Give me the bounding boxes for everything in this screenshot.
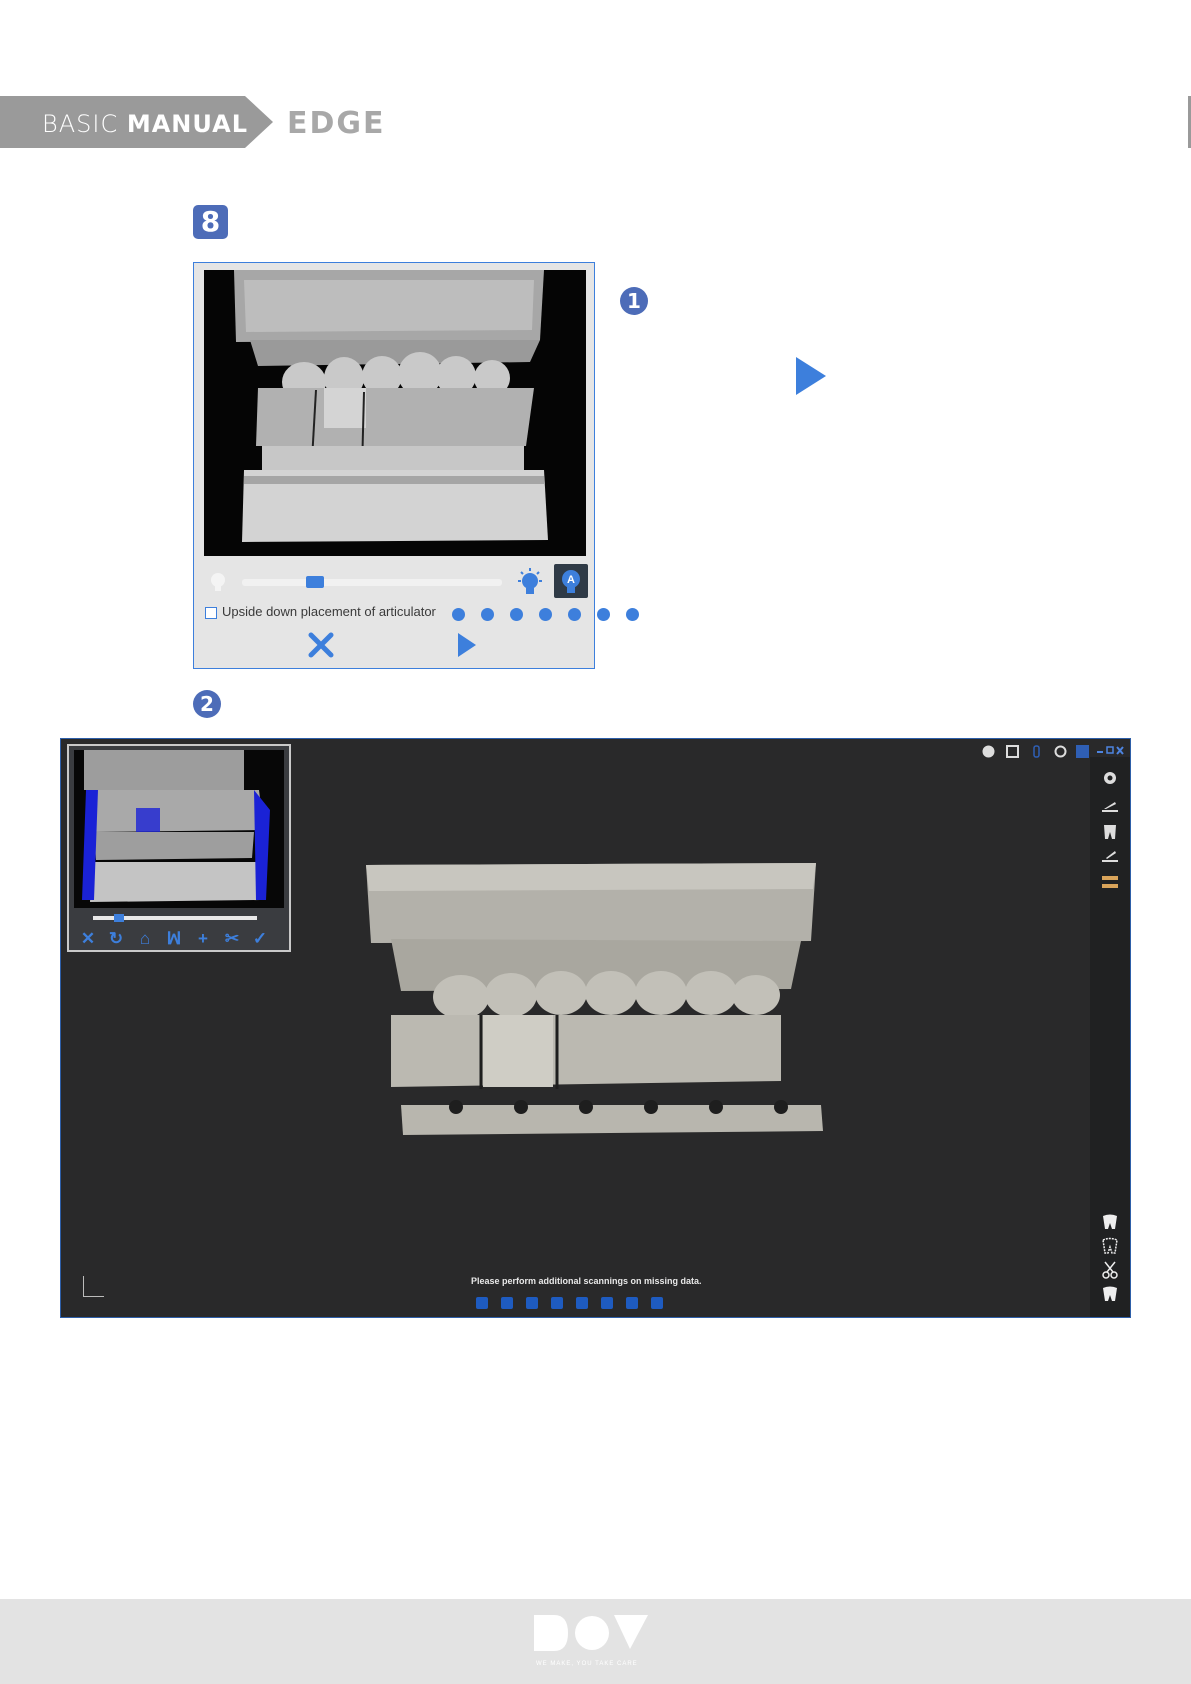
view-button[interactable] bbox=[476, 1297, 488, 1309]
leader-dot bbox=[568, 608, 581, 621]
preview-brightness-thumb[interactable] bbox=[114, 914, 124, 922]
play-arrow-icon bbox=[796, 357, 826, 395]
footer-tagline: WE MAKE, YOU TAKE CARE bbox=[536, 1661, 638, 1667]
manual-word2: MANUAL bbox=[126, 110, 249, 138]
settings-circle-icon[interactable] bbox=[982, 745, 995, 758]
lightbulb-on-icon[interactable] bbox=[516, 568, 544, 598]
refresh-icon[interactable]: ↻ bbox=[107, 930, 125, 948]
close-icon[interactable]: ✕ bbox=[79, 930, 97, 948]
product-name: EDGE bbox=[287, 106, 386, 141]
scan-preview-image bbox=[74, 750, 284, 908]
teeth-icon[interactable]: ꟽ bbox=[165, 930, 183, 948]
view-button[interactable] bbox=[601, 1297, 613, 1309]
brightness-slider-thumb[interactable] bbox=[305, 576, 324, 588]
view-buttons-bar bbox=[476, 1297, 676, 1311]
articulator-icon[interactable] bbox=[1101, 873, 1119, 891]
start-scan-play-icon[interactable] bbox=[456, 631, 478, 659]
home-icon[interactable]: ⌂ bbox=[136, 930, 154, 948]
manual-word1: BASIC bbox=[42, 110, 119, 138]
gear-icon[interactable] bbox=[1101, 769, 1119, 787]
leader-dot bbox=[510, 608, 523, 621]
scan-lower-icon[interactable] bbox=[1101, 797, 1119, 815]
dof-logo bbox=[534, 1615, 648, 1651]
view-button[interactable] bbox=[526, 1297, 538, 1309]
plus-icon[interactable]: + bbox=[194, 930, 212, 948]
leader-dot bbox=[626, 608, 639, 621]
3d-model-view[interactable] bbox=[361, 859, 841, 1159]
view-button[interactable] bbox=[576, 1297, 588, 1309]
lightbulb-off-icon bbox=[211, 573, 225, 591]
upside-down-checkbox[interactable] bbox=[205, 607, 217, 619]
auto-light-label: A bbox=[567, 574, 575, 586]
info-icon[interactable] bbox=[1030, 745, 1043, 758]
auto-lightbulb-icon: A bbox=[562, 570, 580, 593]
brightness-control: A bbox=[194, 561, 594, 601]
tooth-icon[interactable] bbox=[1101, 823, 1119, 841]
view-button[interactable] bbox=[551, 1297, 563, 1309]
scissors-icon[interactable]: ✂ bbox=[223, 930, 241, 948]
view-button[interactable] bbox=[501, 1297, 513, 1309]
right-tool-rail bbox=[1090, 757, 1130, 1317]
scan-upper-icon[interactable] bbox=[1101, 847, 1119, 865]
view-button[interactable] bbox=[651, 1297, 663, 1309]
upside-down-checkbox-label: Upside down placement of articulator bbox=[222, 604, 436, 619]
callout-number-1: 1 bbox=[620, 287, 648, 315]
leader-dot bbox=[539, 608, 552, 621]
auto-light-button[interactable]: A bbox=[554, 564, 588, 598]
scan-software-window: ✕ ↻ ⌂ ꟽ + ✂ ✓ Please perform additional … bbox=[60, 738, 1131, 1318]
refresh-icon[interactable] bbox=[1054, 745, 1067, 758]
save-icon[interactable] bbox=[1006, 745, 1019, 758]
callout-number-2: 2 bbox=[193, 690, 221, 718]
leader-dot bbox=[597, 608, 610, 621]
articulator-camera-preview bbox=[204, 270, 586, 556]
scan-preview-panel: ✕ ↻ ⌂ ꟽ + ✂ ✓ bbox=[67, 744, 291, 952]
cancel-icon[interactable] bbox=[307, 631, 335, 659]
axis-indicator bbox=[83, 1276, 104, 1297]
step-number-badge: 8 bbox=[193, 205, 228, 239]
view-button[interactable] bbox=[626, 1297, 638, 1309]
scissors-icon[interactable] bbox=[1101, 1261, 1119, 1279]
preview-toolbar: ✕ ↻ ⌂ ꟽ + ✂ ✓ bbox=[75, 930, 287, 950]
leader-dot bbox=[481, 608, 494, 621]
page-footer: WE MAKE, YOU TAKE CARE bbox=[0, 1599, 1191, 1684]
callout-dotted-leader bbox=[452, 608, 652, 622]
tooth-icon[interactable] bbox=[1101, 1213, 1119, 1231]
check-icon[interactable]: ✓ bbox=[251, 930, 269, 948]
tooth-outline-icon[interactable] bbox=[1101, 1285, 1119, 1303]
manual-title: BASIC MANUAL bbox=[42, 110, 248, 138]
leader-dot bbox=[452, 608, 465, 621]
status-message: Please perform additional scannings on m… bbox=[471, 1276, 702, 1286]
brightness-slider[interactable] bbox=[242, 576, 502, 588]
hand-icon[interactable] bbox=[1076, 745, 1089, 758]
tooth-dotted-icon[interactable] bbox=[1101, 1237, 1119, 1255]
